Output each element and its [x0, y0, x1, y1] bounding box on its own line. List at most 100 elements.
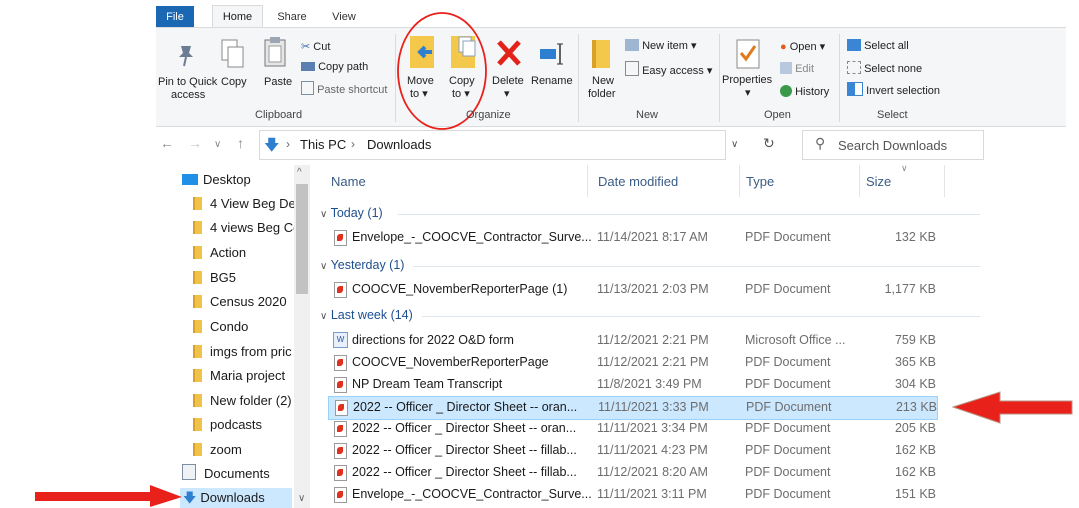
cut-button[interactable]: ✂ Cut	[301, 41, 330, 54]
nav-label: Documents	[204, 466, 270, 481]
column-header-size[interactable]: Size	[866, 174, 891, 189]
file-row[interactable]: Envelope_-_COOCVE_Contractor_Surve... 11…	[328, 484, 938, 506]
divider	[839, 34, 840, 122]
nav-item-zoom[interactable]: zoom	[180, 440, 242, 460]
file-row[interactable]: COOCVE_NovemberReporterPage 11/12/2021 2…	[328, 352, 938, 374]
tab-home[interactable]: Home	[212, 5, 263, 29]
pdf-icon	[334, 377, 347, 393]
nav-item-action[interactable]: Action	[180, 243, 246, 263]
breadcrumb-this-pc[interactable]: This PC	[300, 137, 346, 152]
search-icon: ⚲	[815, 135, 826, 151]
pdf-icon	[334, 443, 347, 459]
file-row[interactable]: COOCVE_NovemberReporterPage (1) 11/13/20…	[328, 279, 938, 301]
scroll-down-icon[interactable]: ∨	[298, 493, 305, 504]
column-header-type[interactable]: Type	[746, 174, 774, 189]
scroll-up-icon[interactable]: ^	[297, 167, 302, 178]
address-bar[interactable]: 🡇 › This PC › Downloads ∨	[259, 130, 738, 160]
file-size: 1,177 KB	[884, 282, 936, 296]
delete-label: Delete	[492, 75, 524, 87]
select-all-button[interactable]: Select all	[847, 39, 909, 53]
nav-item-podcasts[interactable]: podcasts	[180, 415, 262, 435]
breadcrumb-separator-icon: ›	[286, 137, 290, 151]
file-row[interactable]: 2022 -- Officer _ Director Sheet -- fill…	[328, 440, 938, 462]
column-header-name[interactable]: Name	[331, 174, 366, 189]
file-row[interactable]: NP Dream Team Transcript 11/8/2021 3:49 …	[328, 374, 938, 396]
group-divider	[413, 266, 980, 267]
edit-button[interactable]: Edit	[780, 62, 814, 76]
copy-path-label: Copy path	[318, 61, 369, 73]
copy-path-button[interactable]: Copy path	[301, 61, 368, 74]
collapse-chevron-icon: ∨	[320, 209, 328, 220]
folder-icon	[193, 271, 202, 284]
column-divider	[859, 165, 860, 197]
group-header-yesterday[interactable]: ∨ Yesterday (1)	[320, 258, 404, 272]
pdf-icon	[334, 421, 347, 437]
nav-item-desktop[interactable]: Desktop	[182, 170, 251, 190]
breadcrumb-downloads[interactable]: Downloads	[367, 137, 431, 152]
nav-item-maria-project[interactable]: Maria project	[180, 366, 285, 386]
file-type: PDF Document	[746, 400, 832, 414]
nav-item-condo[interactable]: Condo	[180, 317, 248, 337]
nav-item-bg5[interactable]: BG5	[180, 268, 236, 288]
tab-view[interactable]: View	[324, 6, 364, 28]
invert-selection-button[interactable]: Invert selection	[847, 82, 940, 98]
group-header-last-week[interactable]: ∨ Last week (14)	[320, 308, 413, 322]
refresh-icon[interactable]: ↻	[763, 135, 775, 152]
address-dropdown-icon[interactable]: ∨	[731, 139, 738, 150]
select-group-label: Select	[877, 109, 908, 121]
new-folder-label-2: folder	[588, 88, 616, 100]
recent-locations-chevron-icon[interactable]: ∨	[214, 139, 221, 150]
column-divider	[587, 165, 588, 197]
file-row[interactable]: W directions for 2022 O&D form 11/12/202…	[328, 330, 938, 352]
file-size: 365 KB	[894, 355, 936, 369]
file-name: COOCVE_NovemberReporterPage (1)	[352, 282, 568, 296]
nav-item-new-folder-2[interactable]: New folder (2)	[180, 391, 292, 411]
paste-shortcut-icon	[301, 81, 314, 95]
pdf-icon	[334, 282, 347, 298]
new-item-button[interactable]: New item ▾	[625, 39, 696, 53]
select-all-icon	[847, 39, 861, 51]
nav-label: 4 View Beg De	[210, 196, 296, 211]
sort-chevron-icon: ∨	[901, 163, 908, 173]
nav-item-4-view-beg-de[interactable]: 4 View Beg De	[180, 194, 296, 214]
file-row[interactable]: 2022 -- Officer _ Director Sheet -- oran…	[328, 418, 938, 440]
file-row[interactable]: Envelope_-_COOCVE_Contractor_Surve... 11…	[328, 227, 938, 249]
paste-shortcut-label: Paste shortcut	[317, 84, 388, 96]
tab-file[interactable]: File	[156, 6, 194, 28]
file-row[interactable]: 2022 -- Officer _ Director Sheet -- fill…	[328, 462, 938, 484]
rename-label: Rename	[531, 75, 573, 87]
nav-item-downloads[interactable]: 🡇 Downloads	[180, 488, 292, 508]
column-header-date-modified[interactable]: Date modified	[598, 174, 678, 189]
search-box[interactable]: ⚲ Search Downloads	[802, 130, 984, 160]
open-button[interactable]: ● Open ▾	[780, 41, 825, 54]
select-none-button[interactable]: Select none	[847, 61, 922, 76]
file-row-selected[interactable]: 2022 -- Officer _ Director Sheet -- oran…	[328, 396, 938, 420]
file-date: 11/13/2021 2:03 PM	[597, 282, 709, 296]
file-size: 151 KB	[894, 487, 936, 501]
group-divider	[422, 316, 980, 317]
file-type: PDF Document	[745, 465, 831, 479]
back-arrow-icon[interactable]: ←	[160, 135, 174, 151]
new-item-icon	[625, 39, 639, 51]
history-button[interactable]: History	[780, 85, 829, 99]
edit-label: Edit	[795, 63, 815, 75]
up-arrow-icon[interactable]: ↑	[237, 135, 244, 151]
easy-access-button[interactable]: Easy access ▾	[625, 61, 712, 78]
forward-arrow-icon[interactable]: →	[188, 135, 202, 151]
copy-label: Copy	[221, 76, 247, 88]
file-name: NP Dream Team Transcript	[352, 377, 503, 391]
nav-item-documents[interactable]: Documents	[182, 464, 270, 484]
nav-scrollbar-thumb[interactable]	[296, 184, 308, 294]
tab-share[interactable]: Share	[272, 6, 312, 28]
nav-item-4-views-beg-co[interactable]: 4 views Beg Co	[180, 218, 300, 238]
nav-label: 4 views Beg Co	[210, 220, 301, 235]
pdf-icon	[335, 400, 348, 416]
nav-item-census-2020[interactable]: Census 2020	[180, 292, 287, 312]
file-type: PDF Document	[745, 230, 831, 244]
nav-item-imgs-from-pric[interactable]: imgs from pric	[180, 342, 292, 362]
paste-shortcut-button[interactable]: Paste shortcut	[301, 81, 387, 97]
history-label: History	[795, 86, 830, 98]
group-header-today[interactable]: ∨ Today (1)	[320, 206, 383, 220]
pin-icon	[179, 46, 193, 67]
downloads-arrow-icon: 🡇	[264, 137, 280, 154]
